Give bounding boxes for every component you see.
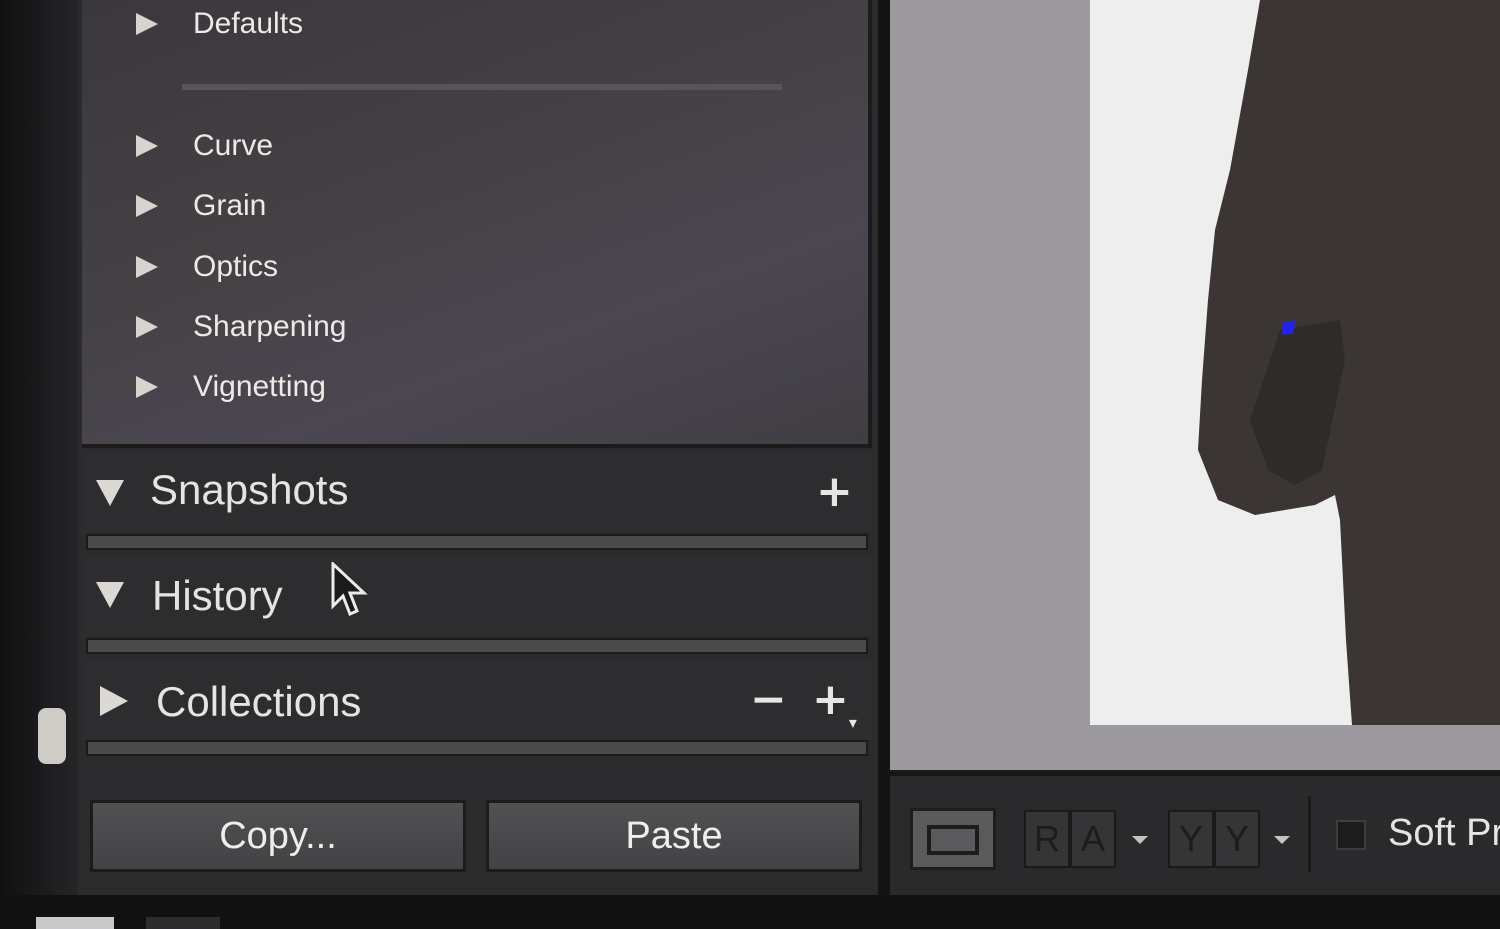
collapse-triangle-icon[interactable] [96, 582, 124, 608]
snapshots-panel-body [86, 534, 868, 550]
collections-label: Collections [156, 678, 362, 725]
photo-preview [1090, 0, 1500, 725]
loupe-view-button[interactable] [910, 808, 996, 870]
preset-folder-vignetting[interactable]: Vignetting [82, 365, 682, 409]
history-panel-header[interactable]: History [82, 556, 872, 636]
soft-proofing-checkbox[interactable] [1336, 820, 1366, 850]
plus-icon[interactable]: + [816, 470, 853, 514]
preset-folder-sharpening[interactable]: Sharpening [82, 305, 682, 349]
soft-proofing-label: Soft Pr [1388, 812, 1500, 854]
snapshots-label: Snapshots [150, 466, 349, 513]
copy-button[interactable]: Copy... [90, 800, 466, 872]
loupe-view-icon [927, 825, 979, 855]
preset-folder-label: Curve [193, 129, 274, 162]
history-panel-body [86, 638, 868, 654]
image-canvas[interactable] [890, 0, 1500, 770]
paste-button[interactable]: Paste [486, 800, 862, 872]
before-after-right-button[interactable]: A [1070, 810, 1116, 868]
compare-right-button[interactable]: Y [1214, 810, 1260, 868]
minus-icon[interactable]: − [750, 678, 787, 722]
history-label: History [152, 572, 283, 619]
compare-left-button[interactable]: Y [1168, 810, 1214, 868]
preset-folder-label: Optics [193, 250, 279, 283]
preset-folder-optics[interactable]: Optics [82, 245, 682, 289]
expand-triangle-icon[interactable] [136, 316, 158, 338]
expand-triangle-icon[interactable] [100, 686, 128, 716]
before-after-dropdown-icon[interactable] [1132, 836, 1148, 844]
expand-triangle-icon[interactable] [136, 376, 158, 398]
compare-dropdown-icon[interactable] [1274, 836, 1290, 844]
left-edge [0, 0, 80, 929]
plus-dropdown-icon[interactable]: +▾ [812, 678, 857, 731]
preset-folder-label: Vignetting [193, 370, 326, 403]
filmstrip-edge [0, 895, 1500, 929]
mouse-pointer-icon [331, 562, 368, 616]
toolbar-separator [1308, 796, 1311, 872]
preset-folder-label: Sharpening [193, 310, 347, 343]
preset-folder-grain[interactable]: Grain [82, 184, 682, 228]
photo-subject [1198, 0, 1500, 725]
collections-panel-header[interactable]: Collections − +▾ [82, 660, 872, 740]
presets-list: Defaults Curve Grain Optics Sharpening V… [82, 0, 872, 448]
filmstrip-thumbnail[interactable] [146, 917, 220, 929]
expand-triangle-icon[interactable] [136, 195, 158, 217]
expand-triangle-icon[interactable] [136, 13, 158, 35]
panel-divider [878, 0, 890, 895]
snapshots-panel-header[interactable]: Snapshots + [82, 452, 872, 532]
expand-triangle-icon[interactable] [136, 135, 158, 157]
preset-folder-label: Grain [193, 189, 267, 222]
preset-folder-label: Defaults [193, 7, 304, 40]
before-after-left-button[interactable]: R [1024, 810, 1070, 868]
preset-divider [182, 84, 782, 90]
filmstrip-thumbnail[interactable] [36, 917, 114, 929]
preset-folder-defaults[interactable]: Defaults [82, 2, 682, 46]
collapse-triangle-icon[interactable] [96, 480, 124, 506]
preset-folder-curve[interactable]: Curve [82, 124, 682, 168]
expand-triangle-icon[interactable] [136, 256, 158, 278]
panel-scrollbar-thumb[interactable] [38, 708, 66, 764]
collections-panel-body [86, 740, 868, 756]
